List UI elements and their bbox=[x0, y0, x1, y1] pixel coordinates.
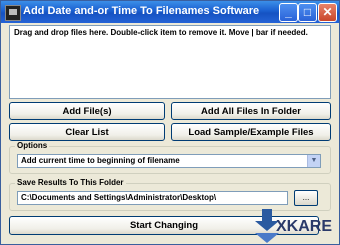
load-sample-button[interactable]: Load Sample/Example Files bbox=[171, 123, 331, 141]
add-folder-button[interactable]: Add All Files In Folder bbox=[171, 102, 331, 120]
browse-button[interactable]: ... bbox=[294, 190, 318, 206]
maximize-button[interactable]: □ bbox=[298, 3, 317, 22]
window-title: Add Date and-or Time To Filenames Softwa… bbox=[23, 5, 260, 17]
clear-list-button[interactable]: Clear List bbox=[9, 123, 165, 141]
chevron-down-icon[interactable]: ▼ bbox=[307, 155, 320, 167]
options-selected-value: Add current time to beginning of filenam… bbox=[21, 156, 180, 165]
app-window: Add Date and-or Time To Filenames Softwa… bbox=[0, 0, 340, 245]
logo: XKARE bbox=[255, 205, 339, 244]
options-select[interactable]: Add current time to beginning of filenam… bbox=[17, 154, 321, 168]
drop-instructions: Drag and drop files here. Double-click i… bbox=[14, 28, 308, 37]
logo-text: XKARE bbox=[276, 218, 333, 235]
close-button[interactable]: ✕ bbox=[318, 3, 337, 22]
file-drop-list[interactable]: Drag and drop files here. Double-click i… bbox=[9, 25, 331, 99]
options-label: Options bbox=[15, 141, 50, 150]
save-folder-label: Save Results To This Folder bbox=[15, 178, 126, 187]
save-path-input[interactable]: C:\Documents and Settings\Administrator\… bbox=[17, 191, 288, 205]
app-icon bbox=[5, 5, 21, 21]
add-files-button[interactable]: Add File(s) bbox=[9, 102, 165, 120]
minimize-button[interactable]: _ bbox=[279, 3, 298, 22]
title-bar[interactable]: Add Date and-or Time To Filenames Softwa… bbox=[1, 1, 339, 23]
save-path-value: C:\Documents and Settings\Administrator\… bbox=[21, 193, 217, 202]
